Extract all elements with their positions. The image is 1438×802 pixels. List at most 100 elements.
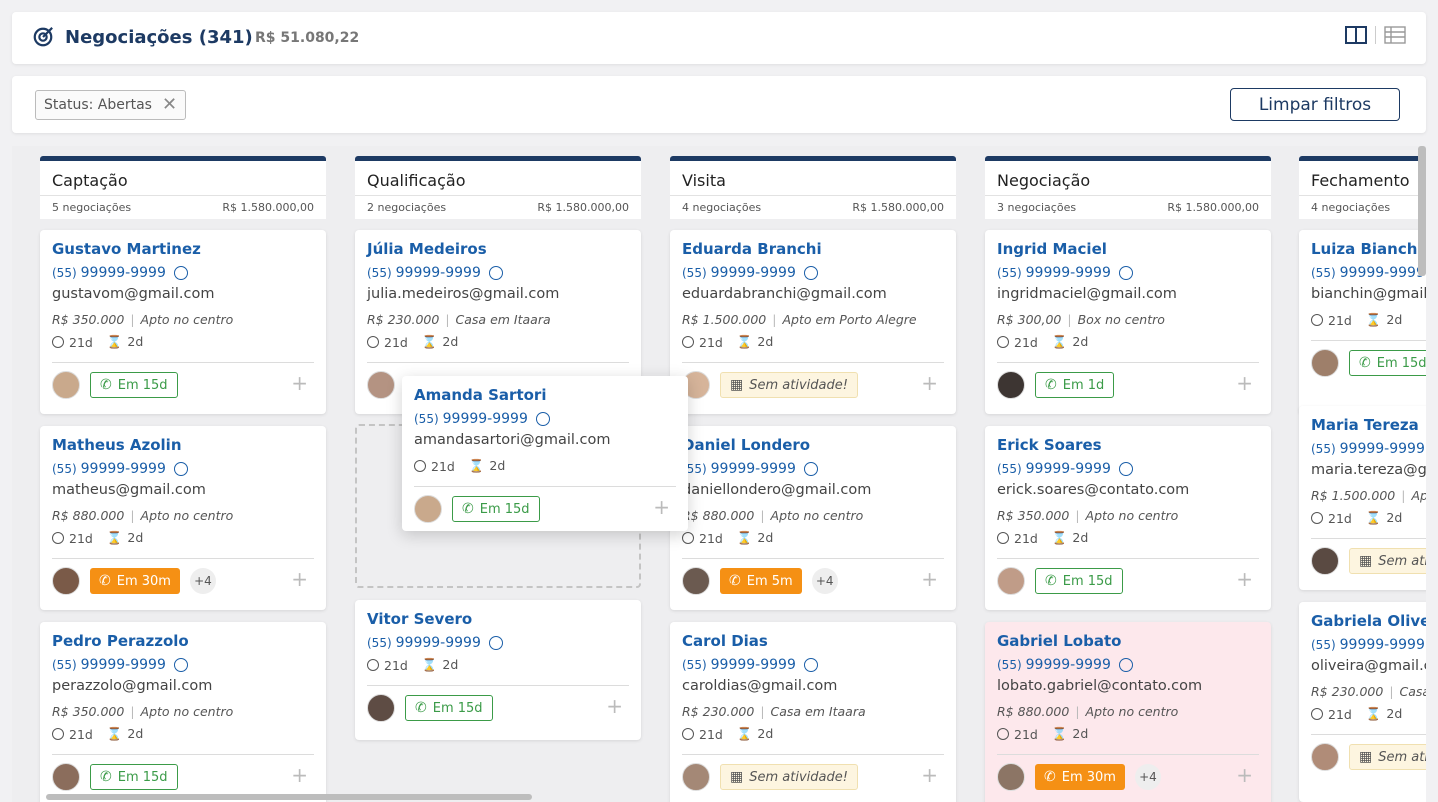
avatar[interactable] — [52, 567, 80, 595]
contact-name[interactable]: Erick Soares — [997, 436, 1259, 456]
avatar[interactable] — [52, 763, 80, 791]
deal-card[interactable]: Gustavo Martinez (55) 99999-9999 gustavom@g… — [40, 230, 326, 414]
contact-name[interactable]: Ingrid Maciel — [997, 240, 1259, 260]
whatsapp-icon[interactable] — [173, 266, 188, 280]
contact-phone[interactable]: (55) 99999-9999 — [1311, 439, 1426, 459]
activity-tag[interactable]: ✆ Em 30m — [90, 568, 180, 594]
add-icon[interactable]: + — [291, 765, 308, 785]
contact-phone[interactable]: (55) 99999-9999 — [52, 459, 314, 479]
contact-phone[interactable]: (55) 99999-9999 — [52, 655, 314, 675]
contact-name[interactable]: Júlia Medeiros — [367, 240, 629, 260]
activity-tag[interactable]: ✆ Em 30m — [1035, 764, 1125, 790]
kanban-view-icon[interactable] — [1345, 26, 1367, 44]
avatar[interactable] — [52, 371, 80, 399]
whatsapp-icon[interactable] — [1118, 462, 1133, 476]
add-icon[interactable]: + — [653, 497, 670, 517]
whatsapp-icon[interactable] — [1118, 658, 1133, 672]
deal-card[interactable]: Carol Dias (55) 99999-9999 caroldias@gmail.… — [670, 622, 956, 802]
clear-filters-button[interactable]: Limpar filtros — [1230, 88, 1400, 121]
add-icon[interactable]: + — [921, 765, 938, 785]
avatar[interactable] — [997, 567, 1025, 595]
add-icon[interactable]: + — [1236, 373, 1253, 393]
deal-card[interactable]: Luiza Bianchin (55) 99999-9999 bianchin@gma… — [1299, 230, 1426, 414]
contact-phone[interactable]: (55) 99999-9999 — [414, 409, 676, 429]
whatsapp-icon[interactable] — [803, 266, 818, 280]
vertical-scrollbar[interactable] — [1418, 146, 1426, 276]
contact-phone[interactable]: (55) 99999-9999 — [367, 633, 629, 653]
contact-name[interactable]: Carol Dias — [682, 632, 944, 652]
activity-tag[interactable]: ✆ Em 15d — [90, 764, 178, 790]
contact-phone[interactable]: (55) 99999-9999 — [682, 263, 944, 283]
whatsapp-icon[interactable] — [488, 636, 503, 650]
add-icon[interactable]: + — [921, 569, 938, 589]
status-filter-chip[interactable]: Status: Abertas ✕ — [35, 90, 187, 120]
whatsapp-icon[interactable] — [173, 658, 188, 672]
add-icon[interactable]: + — [921, 373, 938, 393]
contact-name[interactable]: Vitor Severo — [367, 610, 629, 630]
contact-phone[interactable]: (55) 99999-9999 — [997, 655, 1259, 675]
contact-name[interactable]: Gabriel Lobato — [997, 632, 1259, 652]
activity-tag[interactable]: ✆ Em 1d — [1035, 372, 1115, 398]
deal-card[interactable]: Eduarda Branchi (55) 99999-9999 eduardabran… — [670, 230, 956, 414]
activity-tag[interactable]: ✆ Em 15d — [1035, 568, 1123, 594]
avatar[interactable] — [1311, 743, 1339, 771]
deal-card[interactable]: Ingrid Maciel (55) 99999-9999 ingridmaciel@… — [985, 230, 1271, 414]
avatar[interactable] — [997, 763, 1025, 791]
whatsapp-icon[interactable] — [1118, 266, 1133, 280]
table-view-icon[interactable] — [1384, 26, 1406, 44]
contact-name[interactable]: Gabriela Oliveira — [1311, 612, 1426, 632]
contact-phone[interactable]: (55) 99999-9999 — [997, 459, 1259, 479]
avatar[interactable] — [682, 763, 710, 791]
contact-name[interactable]: Amanda Sartori — [414, 386, 676, 406]
activity-tag[interactable]: ✆ Em 15d — [452, 496, 540, 522]
activity-tag[interactable]: ✆ Em 15d — [90, 372, 178, 398]
avatar[interactable] — [1311, 547, 1339, 575]
avatar[interactable] — [414, 495, 442, 523]
avatar[interactable] — [997, 371, 1025, 399]
more-activities-badge[interactable]: +4 — [189, 568, 216, 594]
contact-name[interactable]: Gustavo Martinez — [52, 240, 314, 260]
activity-tag[interactable]: ✆ Em 15d — [405, 695, 493, 721]
add-icon[interactable]: + — [291, 569, 308, 589]
activity-tag[interactable]: ▦ Sem atividade! — [720, 764, 858, 790]
contact-name[interactable]: Matheus Azolin — [52, 436, 314, 456]
deal-card[interactable]: Erick Soares (55) 99999-9999 erick.soares@c… — [985, 426, 1271, 610]
avatar[interactable] — [682, 567, 710, 595]
whatsapp-icon[interactable] — [803, 658, 818, 672]
add-icon[interactable]: + — [1236, 765, 1253, 785]
contact-phone[interactable]: (55) 99999-9999 — [1311, 263, 1426, 283]
deal-card[interactable]: Gabriel Lobato (55) 99999-9999 lobato.gabri… — [985, 622, 1271, 802]
avatar[interactable] — [1311, 349, 1339, 377]
close-icon[interactable]: ✕ — [162, 96, 177, 114]
deal-card[interactable]: Pedro Perazzolo (55) 99999-9999 perazzolo@g… — [40, 622, 326, 802]
contact-phone[interactable]: (55) 99999-9999 — [52, 263, 314, 283]
contact-phone[interactable]: (55) 99999-9999 — [367, 263, 629, 283]
activity-tag[interactable]: ✆ Em 5m — [720, 568, 802, 594]
activity-tag[interactable]: ✆ Em 15d — [1349, 350, 1426, 376]
deal-card[interactable]: Matheus Azolin (55) 99999-9999 matheus@gmai… — [40, 426, 326, 610]
contact-name[interactable]: Eduarda Branchi — [682, 240, 944, 260]
contact-name[interactable]: Daniel Londero — [682, 436, 944, 456]
more-activities-badge[interactable]: +4 — [811, 568, 838, 594]
avatar[interactable] — [367, 694, 395, 722]
whatsapp-icon[interactable] — [803, 462, 818, 476]
deal-card[interactable]: Maria Tereza (55) 99999-9999 maria.tereza@g… — [1299, 406, 1426, 590]
activity-tag[interactable]: ▦ Sem atividade! — [1349, 548, 1426, 574]
activity-tag[interactable]: ▦ Sem atividade! — [720, 372, 858, 398]
horizontal-scrollbar[interactable] — [46, 794, 532, 800]
deal-card[interactable]: Vitor Severo (55) 99999-9999 21d ⌛ 2d ✆ Em 15d + — [355, 600, 641, 740]
deal-card[interactable]: Daniel Londero (55) 99999-9999 daniellonder… — [670, 426, 956, 610]
avatar[interactable] — [367, 371, 395, 399]
add-icon[interactable]: + — [291, 373, 308, 393]
deal-card[interactable]: Gabriela Oliveira (55)99999-9999 oliveira@… — [1299, 602, 1426, 802]
contact-name[interactable]: Pedro Perazzolo — [52, 632, 314, 652]
contact-name[interactable]: Maria Tereza — [1311, 416, 1426, 436]
contact-name[interactable]: Luiza Bianchin — [1311, 240, 1426, 260]
contact-phone[interactable]: (55) 99999-9999 — [682, 655, 944, 675]
contact-phone[interactable]: (55) 99999-9999 — [682, 459, 944, 479]
contact-phone[interactable]: (55) 99999-9999 — [1311, 635, 1426, 655]
more-activities-badge[interactable]: +4 — [1134, 764, 1161, 790]
whatsapp-icon[interactable] — [535, 412, 550, 426]
contact-phone[interactable]: (55) 99999-9999 — [997, 263, 1259, 283]
whatsapp-icon[interactable] — [173, 462, 188, 476]
